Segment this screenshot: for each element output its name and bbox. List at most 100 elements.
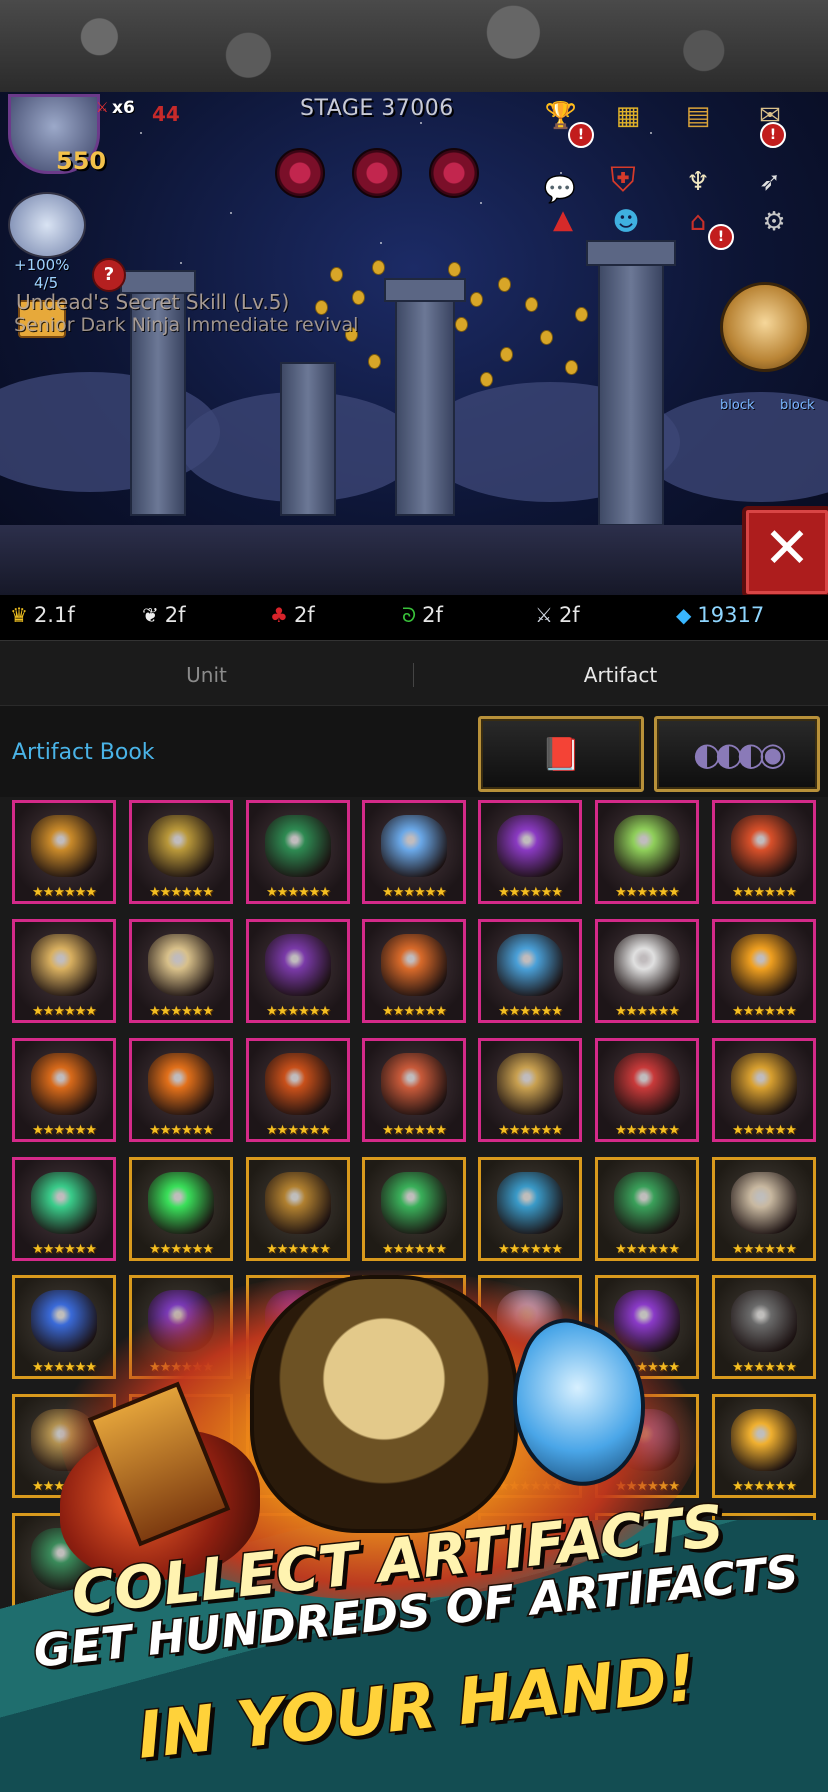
stage-label: STAGE 37006 [300,96,454,121]
artifact-slot[interactable]: ★★★★★★ [12,800,116,904]
star-rating: ★★★★★★ [615,1004,680,1019]
artifact-book-link[interactable]: Artifact Book [12,740,155,765]
artifact-slot[interactable]: ★★★★★★ [712,1157,816,1261]
top-banner-strip [0,0,828,92]
tab-unit[interactable]: Unit [0,641,413,706]
artifact-icon [148,1172,214,1235]
star-rating: ★★★★★★ [615,1123,680,1138]
artifact-slot[interactable]: ★★★★★★ [362,1038,466,1142]
star-rating: ★★★★★★ [382,1123,447,1138]
friends-icon[interactable]: ☻ [608,204,644,240]
artifact-slot[interactable]: ★★★★★★ [129,919,233,1023]
artifact-slot[interactable]: ★★★★★★ [595,800,699,904]
warning-icon[interactable]: ▲ [545,202,581,238]
artifact-icon [497,1172,563,1235]
star-rating: ★★★★★★ [382,1242,447,1257]
artifact-slot[interactable]: ★★★★★★ [712,919,816,1023]
artifact-slot[interactable]: ★★★★★★ [12,1157,116,1261]
artifact-slot[interactable]: ★★★★★★ [12,919,116,1023]
skill-slot[interactable] [275,148,325,198]
artifact-icon [731,1290,797,1353]
sprout-icon: ᘐ [402,603,417,627]
feather-icon: ❦ [142,603,159,627]
quest-book-icon[interactable]: ▤ [680,98,716,134]
artifact-slot[interactable]: ★★★★★★ [246,1038,350,1142]
resource-value: 2f [164,603,186,627]
resource-value: 2f [422,603,443,627]
star-rating: ★★★★★★ [266,1004,331,1019]
promo-helmet-artifact [250,1275,518,1533]
artifact-slot[interactable]: ★★★★★★ [712,1038,816,1142]
ring-set-button[interactable]: ◐◐◐◉ [654,716,820,792]
hero-level: 550 [56,147,107,175]
star-rating: ★★★★★★ [382,885,447,900]
close-button[interactable]: ✕ [742,506,828,598]
resource-value: 19317 [697,603,765,627]
artifact-icon [614,1053,680,1116]
pillar-cap [384,278,466,302]
skill-slot[interactable] [352,148,402,198]
battle-ground [0,525,828,595]
resource-bar: ♛ 2.1f ❦ 2f ♣ 2f ᘐ 2f ⚔ 2f ◆ 19317 [0,595,828,640]
alert-badge: ! [568,122,594,148]
bird-icon[interactable]: ➶ [752,164,788,200]
star-rating: ★★★★★★ [732,1004,797,1019]
artifact-icon [265,815,331,878]
artifact-slot[interactable]: ★★★★★★ [478,1157,582,1261]
tab-artifact[interactable]: Artifact [414,641,827,706]
star-rating: ★★★★★★ [732,1242,797,1257]
star-rating: ★★★★★★ [732,885,797,900]
artifact-slot[interactable]: ★★★★★★ [478,800,582,904]
artifact-icon [497,815,563,878]
shop-shield-icon[interactable]: ⛨ [605,160,641,200]
artifact-slot[interactable]: ★★★★★★ [246,1157,350,1261]
artifact-icon [731,815,797,878]
alert-badge: ! [760,122,786,148]
resource-gem: ◆ 19317 [676,603,764,627]
resource-sprout: ᘐ 2f [402,603,443,627]
artifact-slot[interactable]: ★★★★★★ [129,1038,233,1142]
angel-icon[interactable]: ♆ [680,164,716,200]
artifact-icon [731,1172,797,1235]
artifact-slot[interactable]: ★★★★★★ [595,1157,699,1261]
elf-helper-portrait[interactable] [720,282,810,372]
star-rating: ★★★★★★ [615,885,680,900]
help-button[interactable]: ? [92,258,126,292]
artifact-icon [381,815,447,878]
gear-icon[interactable]: ⚙ [756,204,792,240]
artifact-slot[interactable]: ★★★★★★ [595,919,699,1023]
artifact-slot[interactable]: ★★★★★★ [478,919,582,1023]
star-rating: ★★★★★★ [498,1004,563,1019]
resource-value: 2f [293,603,315,627]
star-rating: ★★★★★★ [266,885,331,900]
pillar [395,292,455,516]
artifact-book-button[interactable]: 📕 [478,716,644,792]
skill-notice-subtitle: Senior Dark Ninja Immediate revival [14,314,359,336]
star-rating: ★★★★★★ [32,1242,97,1257]
ranking-icon[interactable]: ▦ [610,98,646,134]
artifact-slot[interactable]: ★★★★★★ [246,800,350,904]
artifact-slot[interactable]: ★★★★★★ [129,1157,233,1261]
pet-portrait[interactable] [8,192,86,258]
artifact-slot[interactable]: ★★★★★★ [712,800,816,904]
artifact-slot[interactable]: ★★★★★★ [362,919,466,1023]
artifact-slot[interactable]: ★★★★★★ [712,1275,816,1379]
battle-scene[interactable]: 550 ⚔ x6 44 +100% 4/5 ? STAGE 37006 🏆 ! … [0,92,828,595]
artifact-icon [497,1053,563,1116]
artifact-slot[interactable]: ★★★★★★ [478,1038,582,1142]
kill-count: 44 [152,102,180,126]
artifact-slot[interactable]: ★★★★★★ [362,800,466,904]
artifact-slot[interactable]: ★★★★★★ [595,1038,699,1142]
rings-icon: ◐◐◐◉ [693,735,787,773]
book-icon: 📕 [541,735,581,773]
artifact-slot[interactable]: ★★★★★★ [12,1038,116,1142]
block-tag: block [780,398,815,413]
star-rating: ★★★★★★ [732,1360,797,1375]
skill-notice-title: Undead's Secret Skill (Lv.5) [16,290,290,314]
artifact-slot[interactable]: ★★★★★★ [246,919,350,1023]
star-rating: ★★★★★★ [498,1242,563,1257]
artifact-slot[interactable]: ★★★★★★ [129,800,233,904]
artifact-slot[interactable]: ★★★★★★ [362,1157,466,1261]
skill-slot[interactable] [429,148,479,198]
artifact-slot[interactable]: ★★★★★★ [712,1394,816,1498]
